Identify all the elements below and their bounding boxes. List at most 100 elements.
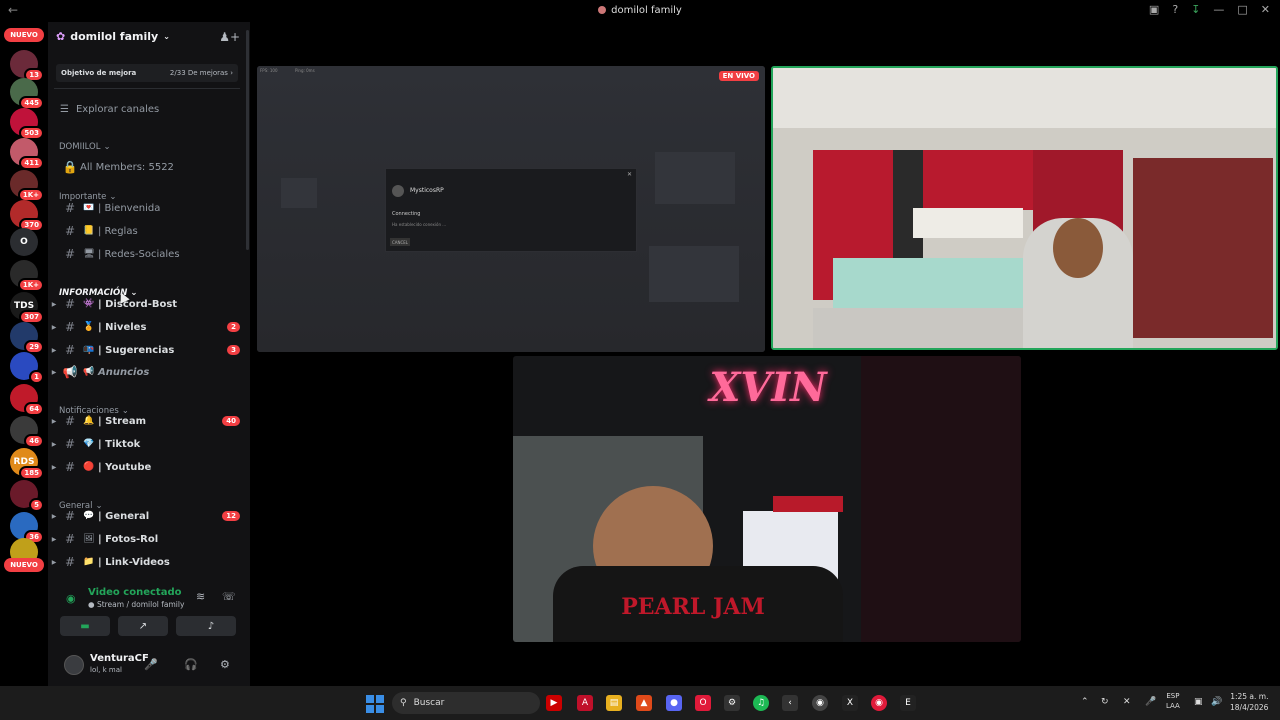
taskbar: ⚲ Buscar ▶ A ▤ ▲ ● O ⚙ ♫ ‹ ◉ X ◉ E ⌃ ↻ ✕… xyxy=(0,686,1280,720)
channel-item[interactable]: ▶ # 👾 | Discord-Bost xyxy=(48,294,244,314)
close-icon[interactable]: ✕ xyxy=(1261,3,1270,16)
search-input[interactable]: ⚲ Buscar xyxy=(392,692,540,714)
noise-suppression-icon[interactable]: ≋ xyxy=(196,590,205,603)
channel-label: Anuncios xyxy=(98,366,150,378)
clock[interactable]: 1:25 a. m. 18/4/2026 xyxy=(1230,691,1268,713)
channel-emoji: 🏅 xyxy=(83,322,95,332)
server-icon[interactable]: 29 xyxy=(10,322,44,354)
explore-channels[interactable]: ☰ Explorar canales xyxy=(60,104,159,115)
help-icon[interactable]: ? xyxy=(1172,3,1178,16)
hash-icon: # xyxy=(64,247,76,261)
start-icon[interactable] xyxy=(366,695,384,713)
maximize-icon[interactable]: □ xyxy=(1237,3,1247,16)
webcam-tile-1[interactable] xyxy=(771,66,1278,350)
epic-icon[interactable]: E xyxy=(900,695,916,711)
username[interactable]: VenturaCF xyxy=(90,653,149,664)
server-icon[interactable]: 503 xyxy=(10,108,44,140)
settings-icon[interactable]: ⚙ xyxy=(724,695,740,711)
chevron-up-icon[interactable]: ⌃ xyxy=(1081,697,1089,707)
headphones-icon[interactable]: 🎧 xyxy=(184,658,198,671)
channel-item[interactable]: ▶ # 🔴 | Youtube xyxy=(48,457,244,477)
channel-item[interactable]: ▶ # 🏅 | Niveles 2 xyxy=(48,317,244,337)
screen-share-tile[interactable]: FPS: 100 Ping: 0ms EN VIVO MysticosRP ✕ … xyxy=(257,66,765,352)
server-icon[interactable]: 370 xyxy=(10,200,44,232)
channel-item[interactable]: ▶ # 💬 | General 12 xyxy=(48,506,244,526)
volume-icon[interactable]: 🔊 xyxy=(1211,697,1222,707)
record-icon[interactable]: ◉ xyxy=(871,695,887,711)
server-icon[interactable]: 36 xyxy=(10,512,44,544)
channel-item[interactable]: # 📒 | Reglas xyxy=(48,221,244,241)
expand-icon[interactable]: ▶ xyxy=(48,324,60,331)
server-icon[interactable]: 5 xyxy=(10,480,44,512)
channel-item[interactable]: ▶ # 🔔 | Stream 40 xyxy=(48,411,244,431)
expand-icon[interactable]: ▶ xyxy=(48,441,60,448)
close-icon[interactable]: ✕ xyxy=(627,171,632,178)
minimize-icon[interactable]: — xyxy=(1213,3,1224,16)
server-name-header[interactable]: ✿ domilol family ⌄ xyxy=(56,30,170,43)
title-bar: ← domilol family ▣ ? ↧ — □ ✕ xyxy=(0,0,1280,22)
expand-icon[interactable]: ▶ xyxy=(48,536,60,543)
server-icon[interactable]: 445 xyxy=(10,78,44,110)
channel-emoji: 👾 xyxy=(83,299,95,309)
discord-icon[interactable]: ● xyxy=(666,695,682,711)
webcam-tile-2[interactable]: XVIN PEARL JAM xyxy=(513,356,1021,642)
server-icon[interactable]: 1K+ xyxy=(10,260,44,292)
server-icon[interactable]: 1K+ xyxy=(10,170,44,202)
mic-tray-icon[interactable]: 🎤 xyxy=(1145,697,1156,707)
folder-icon[interactable]: ▤ xyxy=(606,695,622,711)
chevron-down-icon: ⌄ xyxy=(163,32,170,41)
inbox-icon[interactable]: ▣ xyxy=(1149,3,1159,16)
hash-icon: # xyxy=(64,414,76,428)
channel-item[interactable]: ▶ 📢 📢 Anuncios xyxy=(48,362,244,382)
server-icon[interactable]: 46 xyxy=(10,416,44,448)
server-icon[interactable]: TDS 307 xyxy=(10,292,44,324)
youtube-icon[interactable]: ▶ xyxy=(546,695,562,711)
camera-button[interactable]: ▬ xyxy=(60,616,110,636)
brave-icon[interactable]: ▲ xyxy=(636,695,652,711)
sync-icon[interactable]: ↻ xyxy=(1101,697,1109,707)
obs-icon[interactable]: ◉ xyxy=(812,695,828,711)
avatar[interactable] xyxy=(64,655,84,675)
expand-icon[interactable]: ▶ xyxy=(48,464,60,471)
boost-goal[interactable]: Objetivo de mejora 2/33 De mejoras › xyxy=(56,64,238,82)
channel-item[interactable]: ▶ # 📭 | Sugerencias 3 xyxy=(48,340,244,360)
adobe-icon[interactable]: A xyxy=(577,695,593,711)
display-icon[interactable]: ▣ xyxy=(1194,697,1203,707)
voice-channel[interactable]: ● Stream / domilol family xyxy=(88,600,184,609)
server-icon[interactable]: RDS 185 xyxy=(10,448,44,480)
network-icon[interactable]: ✕ xyxy=(1123,697,1131,707)
channel-item[interactable]: 🔒 All Members: 5522 xyxy=(48,157,244,177)
expand-icon[interactable]: ▶ xyxy=(48,559,60,566)
gear-icon[interactable]: ⚙ xyxy=(220,658,230,671)
language-indicator[interactable]: ESP LAA xyxy=(1166,691,1180,711)
video-stage: FPS: 100 Ping: 0ms EN VIVO MysticosRP ✕ … xyxy=(250,22,1280,686)
microphone-icon[interactable]: 🎤 xyxy=(144,658,158,671)
soundboard-button[interactable]: ♪ xyxy=(186,616,236,636)
expand-icon[interactable]: ▶ xyxy=(48,301,60,308)
cancel-button[interactable]: CANCEL xyxy=(390,238,410,246)
x-app-icon[interactable]: X xyxy=(842,695,858,711)
category-header[interactable]: DOMIILOL ⌄ xyxy=(59,142,111,152)
disconnect-icon[interactable]: ☏ xyxy=(222,590,236,603)
share-screen-button[interactable]: ↗ xyxy=(118,616,168,636)
channel-item[interactable]: ▶ # 🖼 | Fotos-Rol xyxy=(48,529,244,549)
opera-icon[interactable]: O xyxy=(695,695,711,711)
app-icon[interactable]: ‹ xyxy=(782,695,798,711)
server-icon[interactable]: 411 xyxy=(10,138,44,170)
server-icon[interactable]: 1 xyxy=(10,352,44,384)
expand-icon[interactable]: ▶ xyxy=(48,513,60,520)
spotify-icon[interactable]: ♫ xyxy=(753,695,769,711)
scrollbar[interactable] xyxy=(246,30,249,250)
server-icon[interactable]: 13 xyxy=(10,50,44,82)
channel-item[interactable]: # 🖥 | Redes-Sociales xyxy=(48,244,244,264)
channel-item[interactable]: ▶ # 📁 | Link-Videos xyxy=(48,552,244,572)
expand-icon[interactable]: ▶ xyxy=(48,418,60,425)
channel-item[interactable]: ▶ # 💎 | Tiktok xyxy=(48,434,244,454)
add-user-icon[interactable]: ♟+ xyxy=(219,30,240,44)
expand-icon[interactable]: ▶ xyxy=(48,347,60,354)
server-icon[interactable]: O xyxy=(10,228,38,256)
expand-icon[interactable]: ▶ xyxy=(48,369,60,376)
download-icon[interactable]: ↧ xyxy=(1191,3,1200,16)
server-icon[interactable]: 64 xyxy=(10,384,44,416)
channel-item[interactable]: # 💌 | Bienvenida xyxy=(48,198,244,218)
